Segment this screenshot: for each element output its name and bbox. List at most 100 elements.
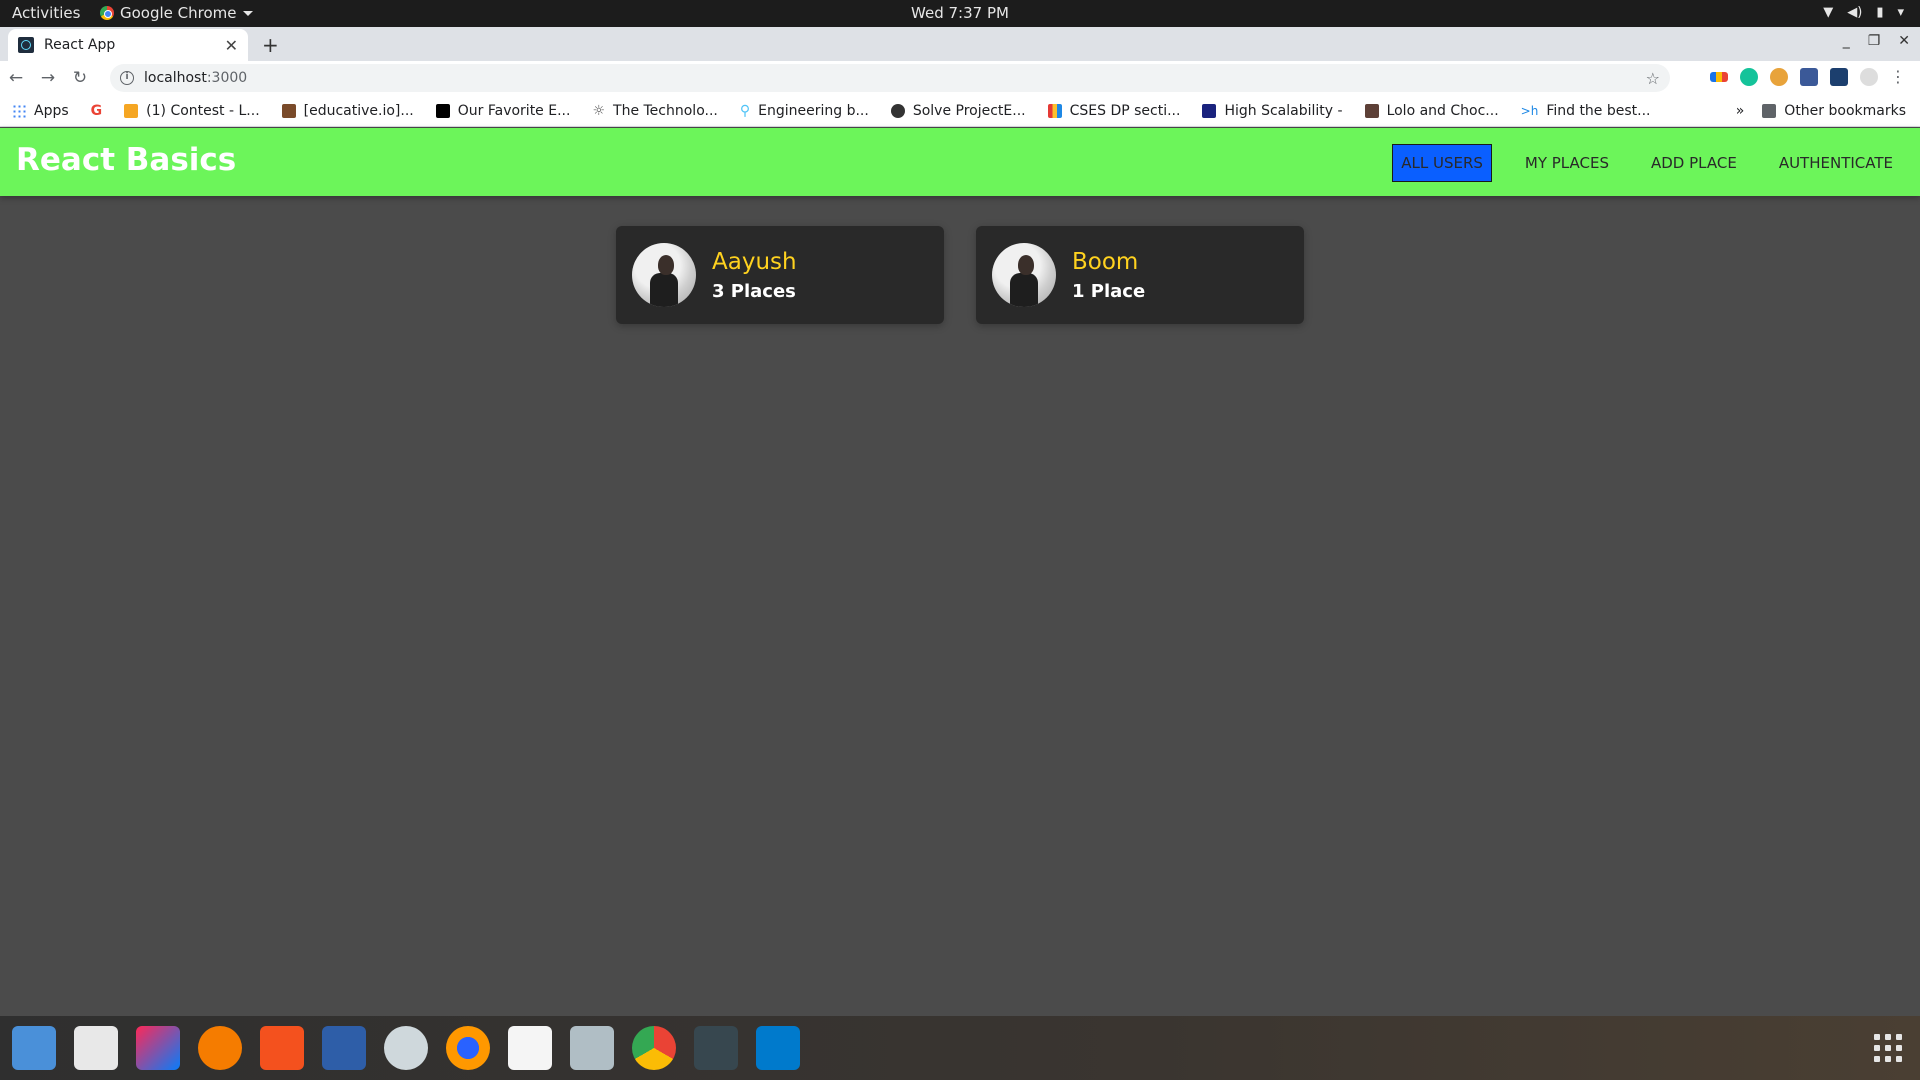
bookmark-item[interactable]: Solve ProjectE... — [890, 102, 1026, 119]
clock[interactable]: Wed 7:37 PM — [0, 4, 1920, 22]
app-menu-label: Google Chrome — [120, 4, 237, 22]
bookmark-label: Our Favorite E... — [457, 102, 571, 119]
chevron-double-right-icon[interactable]: » — [1736, 103, 1745, 119]
bookmark-label: Apps — [34, 102, 69, 119]
terminal-icon[interactable] — [694, 1026, 738, 1070]
bookmark-item[interactable]: (1) Contest - L... — [124, 102, 260, 119]
chrome-dock-icon[interactable] — [624, 1020, 684, 1080]
cookie-icon[interactable] — [1770, 67, 1788, 86]
window-controls: _ ❐ ✕ — [1843, 33, 1910, 49]
user-name: Aayush — [712, 248, 797, 275]
nav-add-place[interactable]: ADD PLACE — [1642, 144, 1746, 182]
close-icon[interactable]: ✕ — [225, 36, 238, 55]
text-editor-icon[interactable] — [12, 1026, 56, 1070]
profile-avatar[interactable] — [1860, 67, 1878, 86]
cc-icon — [1364, 103, 1379, 118]
main-nav: ALL USERS MY PLACES ADD PLACE AUTHENTICA… — [1392, 144, 1902, 182]
back-icon[interactable]: ← — [0, 68, 32, 88]
bookmark-item[interactable]: >h Find the best... — [1521, 103, 1651, 119]
app-menu[interactable]: Google Chrome — [100, 4, 253, 22]
minimize-icon[interactable]: _ — [1843, 33, 1850, 49]
bookmark-item[interactable]: ⚲ Engineering b... — [740, 103, 869, 119]
avatar — [632, 243, 696, 307]
other-bookmarks-label: Other bookmarks — [1784, 102, 1906, 119]
tab-title: React App — [44, 37, 116, 53]
user-info: Boom 1 Place — [1072, 249, 1145, 302]
update-icon[interactable] — [198, 1026, 242, 1070]
new-tab-button[interactable]: + — [262, 33, 279, 57]
user-place-count: 1 Place — [1072, 280, 1146, 302]
system-tray[interactable]: ▼ ◀) ▮ ▾ — [1823, 5, 1904, 20]
nav-authenticate[interactable]: AUTHENTICATE — [1770, 144, 1902, 182]
firefox-icon[interactable] — [446, 1026, 490, 1070]
activities-button[interactable]: Activities — [12, 4, 80, 22]
bookmark-item[interactable]: Lolo and Choc... — [1364, 102, 1499, 119]
bookmark-item[interactable]: [educative.io]... — [281, 103, 414, 119]
battery-icon: ▮ — [1876, 5, 1884, 20]
bookmark-apps[interactable]: Apps — [12, 103, 69, 119]
pin-icon: ⚲ — [739, 102, 751, 119]
avatar — [992, 243, 1056, 307]
folder-icon — [1762, 103, 1777, 118]
settings-icon[interactable] — [384, 1026, 428, 1070]
tasks-icon[interactable] — [322, 1026, 366, 1070]
bookmark-item[interactable]: ☼ The Technolo... — [592, 103, 717, 119]
show-applications-icon[interactable] — [1874, 1034, 1902, 1062]
reload-icon[interactable]: ↻ — [64, 68, 96, 88]
wifi-icon: ▼ — [1823, 5, 1834, 20]
bookmark-label: (1) Contest - L... — [146, 102, 260, 119]
url-port: :3000 — [206, 70, 248, 86]
user-place-count: 3 Places — [712, 280, 796, 302]
extension-icon[interactable] — [1830, 67, 1848, 86]
app-title[interactable]: React Basics — [16, 142, 236, 178]
bar-chart-icon — [1047, 103, 1062, 118]
impress-icon[interactable] — [260, 1026, 304, 1070]
bookmark-label: CSES DP secti... — [1069, 102, 1181, 119]
forward-icon[interactable]: → — [32, 68, 64, 88]
nav-my-places[interactable]: MY PLACES — [1516, 144, 1618, 182]
hashnode-icon: >h — [1520, 103, 1539, 118]
leetcode-icon — [124, 103, 139, 118]
bookmark-label: Lolo and Choc... — [1386, 102, 1499, 119]
user-name: Boom — [1072, 248, 1139, 275]
bookmark-label: Find the best... — [1546, 102, 1651, 119]
bookmark-item[interactable]: Our Favorite E... — [435, 102, 571, 119]
vscode-icon[interactable] — [756, 1026, 800, 1070]
sun-icon: ☼ — [592, 102, 606, 119]
extension-icon[interactable] — [1710, 71, 1728, 82]
info-icon[interactable]: i — [120, 71, 134, 85]
software-center-icon[interactable] — [74, 1026, 118, 1070]
address-bar[interactable]: i localhost:3000 ☆ — [110, 64, 1670, 92]
bookmark-item[interactable]: CSES DP secti... — [1047, 102, 1181, 119]
chrome-icon — [100, 6, 114, 20]
bookmarks-bar: Apps G (1) Contest - L... [educative.io]… — [0, 95, 1920, 127]
document-viewer-icon[interactable] — [508, 1026, 552, 1070]
files-icon[interactable] — [570, 1026, 614, 1070]
bookmarks-overflow: » Other bookmarks — [1736, 103, 1906, 119]
browser-toolbar: ← → ↻ i localhost:3000 ☆ ⋮ — [0, 61, 1920, 95]
other-bookmarks[interactable]: Other bookmarks — [1762, 103, 1906, 119]
bookmark-item[interactable]: High Scalability - — [1202, 103, 1343, 119]
close-window-icon[interactable]: ✕ — [1898, 33, 1910, 49]
nav-all-users[interactable]: ALL USERS — [1392, 144, 1492, 182]
grammarly-icon[interactable] — [1740, 67, 1758, 86]
globe-icon — [890, 103, 905, 118]
bookmark-label: Engineering b... — [758, 102, 869, 119]
user-card[interactable]: Aayush 3 Places — [616, 226, 944, 324]
menu-icon[interactable]: ⋮ — [1890, 67, 1906, 86]
bookmark-label: Solve ProjectE... — [912, 102, 1026, 119]
user-card[interactable]: Boom 1 Place — [976, 226, 1304, 324]
url-text: localhost:3000 — [144, 70, 247, 86]
restore-icon[interactable]: ❐ — [1868, 33, 1881, 49]
dock — [0, 1016, 1920, 1080]
tab-strip: React App ✕ + _ ❐ ✕ — [0, 27, 1920, 61]
highscalability-icon — [1202, 103, 1217, 118]
intellij-icon[interactable] — [136, 1026, 180, 1070]
browser-tab[interactable]: React App ✕ — [8, 29, 248, 61]
facebook-icon[interactable] — [1800, 67, 1818, 86]
bookmark-item[interactable]: G — [91, 103, 103, 119]
apps-grid-icon — [12, 103, 26, 118]
system-top-bar: Activities Google Chrome Wed 7:37 PM ▼ ◀… — [0, 0, 1920, 27]
user-info: Aayush 3 Places — [712, 249, 797, 302]
bookmark-star-icon[interactable]: ☆ — [1646, 69, 1660, 88]
